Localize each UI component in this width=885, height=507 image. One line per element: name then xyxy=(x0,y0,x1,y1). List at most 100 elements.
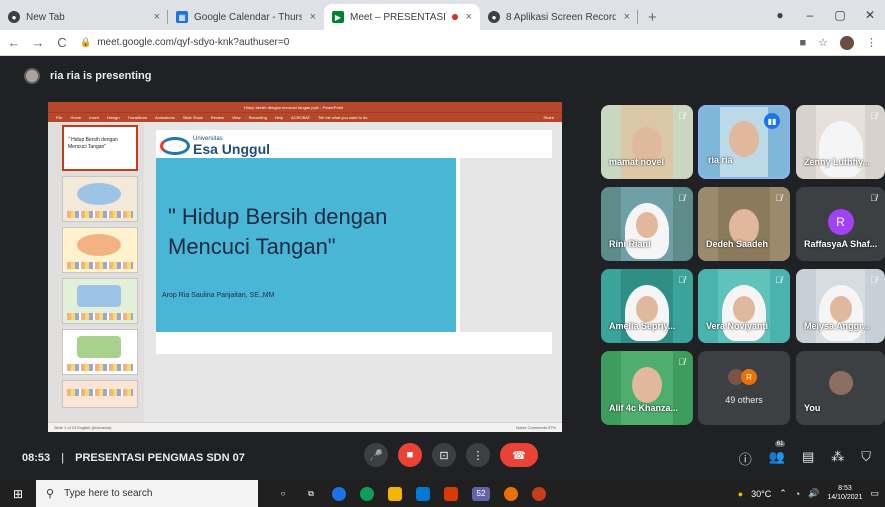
powerpoint-icon[interactable] xyxy=(532,486,546,501)
maximize-button[interactable]: ▢ xyxy=(825,8,855,22)
participant-tile[interactable]: 🎙̸ Amelia Sepriy... xyxy=(601,269,693,343)
taskbar-search[interactable]: ⚲ Type here to search xyxy=(36,480,258,507)
mic-off-icon: 🎙̸ xyxy=(678,111,685,121)
taskbar-clock[interactable]: 8:53 14/10/2021 xyxy=(827,485,862,501)
camera-icon[interactable]: ■ xyxy=(799,37,806,49)
tray-chevron-icon[interactable]: ⌃ xyxy=(779,488,787,499)
others-tile[interactable]: R 49 others xyxy=(698,351,790,425)
tab-google-calendar[interactable]: ▦ Google Calendar - Thursday, 14 O × xyxy=(168,4,324,30)
slide-author: Arop Ria Saulina Panjaitan, SE.,MM xyxy=(162,292,275,299)
participant-name: Alif 4c Khanza... xyxy=(609,403,679,413)
leave-call-button[interactable]: ☎ xyxy=(500,443,538,467)
system-tray: ● 30°C ⌃ ◔ 🔊 8:53 14/10/2021 ▭ xyxy=(738,480,879,507)
host-controls-button[interactable]: ⛉ xyxy=(861,449,871,468)
tab-close-icon[interactable]: × xyxy=(302,11,316,23)
participant-name: Rini Riani xyxy=(609,239,651,249)
browser-tab-strip: ● New Tab × ▦ Google Calendar - Thursday… xyxy=(0,0,885,30)
more-options-button[interactable]: ⋮ xyxy=(466,443,490,467)
slide-title-band: " Hidup Bersih dengan Mencuci Tangan" Ar… xyxy=(156,158,456,332)
presenter-banner: ria ria is presenting xyxy=(24,68,151,84)
self-tile[interactable]: You xyxy=(796,351,885,425)
minimize-button[interactable]: – xyxy=(795,8,825,22)
meeting-details-button[interactable]: ⓘ xyxy=(739,449,752,468)
windows-start-icon[interactable]: ⊞ xyxy=(0,487,36,501)
forward-button[interactable]: → xyxy=(28,35,48,50)
task-view-icon[interactable]: ⧉ xyxy=(304,487,318,501)
tab-close-icon[interactable]: × xyxy=(458,11,472,23)
participant-tile[interactable]: 🎙̸ Vera Noviyanti xyxy=(698,269,790,343)
profile-menu-icon[interactable]: ● xyxy=(765,8,795,22)
shared-screen: Hidup bersih dengan mencuci tangan.pptx … xyxy=(48,102,562,432)
activities-button[interactable]: ⁂ xyxy=(831,449,844,468)
teams-icon[interactable]: 52 xyxy=(472,486,490,501)
ribbon-tab-slideshow: Slide Show xyxy=(182,115,203,120)
edge-icon[interactable] xyxy=(360,486,374,501)
ribbon-tab-file: File xyxy=(56,115,63,120)
cortana-icon[interactable]: ○ xyxy=(276,487,290,501)
more-vert-icon: ⋮ xyxy=(472,449,484,462)
tab-label: Meet – PRESENTASI PENGMA xyxy=(350,11,448,23)
participant-tile[interactable]: 🎙̸ Alif 4c Khanza... xyxy=(601,351,693,425)
calendar-icon: ▦ xyxy=(176,11,188,23)
chrome-icon[interactable] xyxy=(332,486,346,501)
camera-off-icon: ■ xyxy=(406,449,414,461)
ribbon-tab-transitions: Transitions xyxy=(127,115,148,120)
tab-new-tab[interactable]: ● New Tab × xyxy=(0,4,168,30)
store-icon[interactable] xyxy=(416,486,430,501)
file-explorer-icon[interactable] xyxy=(388,486,402,501)
ribbon-tab-acrobat: ACROBAT xyxy=(291,115,311,120)
ribbon-tab-help: Help xyxy=(274,115,284,120)
weather-temp[interactable]: 30°C xyxy=(751,489,771,499)
participant-tile[interactable]: 🎙̸ Dedeh Saadeh xyxy=(698,187,790,261)
new-tab-button[interactable]: + xyxy=(638,4,667,30)
meet-control-bar: 08:53 | PRESENTASI PENGMAS SDN 07 🎤 ■ ⊡ … xyxy=(0,436,885,480)
bookmark-star-icon[interactable]: ☆ xyxy=(818,36,828,49)
slide-thumbnail: 2 xyxy=(62,176,138,222)
app-icon[interactable] xyxy=(504,486,518,501)
volume-icon[interactable]: 🔊 xyxy=(808,488,819,499)
back-button[interactable]: ← xyxy=(4,35,24,50)
slide-thumbnail: 5 xyxy=(62,329,138,375)
search-placeholder: Type here to search xyxy=(64,488,153,499)
participant-tile[interactable]: 🎙̸ Rini Riani xyxy=(601,187,693,261)
slide-thumbnails: 1 " Hidup Bersih dengan Mencuci Tangan" … xyxy=(48,122,144,422)
participant-name: You xyxy=(804,403,821,413)
participant-name: Melysa Anggr... xyxy=(804,321,870,331)
microphone-button[interactable]: 🎤 xyxy=(364,443,388,467)
esa-unggul-logo: Universitas Esa Unggul xyxy=(160,136,270,156)
tab-close-icon[interactable]: × xyxy=(146,11,160,23)
ribbon-tab-insert: Insert xyxy=(89,115,100,120)
close-window-button[interactable]: ✕ xyxy=(855,8,885,22)
ribbon-tab-review: Review xyxy=(210,115,224,120)
participant-tile[interactable]: 🎙̸ mamat novel xyxy=(601,105,693,179)
participant-tile[interactable]: 🎙̸ Melysa Anggr... xyxy=(796,269,885,343)
info-icon: ⓘ xyxy=(738,452,752,467)
slide-thumbnail: 4 xyxy=(62,278,138,324)
profile-avatar[interactable] xyxy=(840,35,854,50)
tab-screen-recorder[interactable]: ● 8 Aplikasi Screen Recorder Lapto × xyxy=(480,4,638,30)
present-button[interactable]: ⊡ xyxy=(432,443,456,467)
camera-off-button[interactable]: ■ xyxy=(398,443,422,467)
people-button[interactable]: 61 👥 xyxy=(769,441,786,468)
microphone-icon: 🎤 xyxy=(369,449,383,462)
reload-button[interactable]: C xyxy=(52,35,72,50)
speaking-indicator-icon: ▮▮ xyxy=(764,113,780,129)
powerpoint-status-bar: Slide 1 of 13 English (Indonesia) Notes … xyxy=(48,422,562,432)
windows-taskbar: ⊞ ⚲ Type here to search ○ ⧉ 52 ● 30°C ⌃ … xyxy=(0,480,885,507)
powerpoint-title-bar: Hidup bersih dengan mencuci tangan.pptx … xyxy=(48,102,562,112)
url-field[interactable]: 🔒 meet.google.com/qyf-sdyo-knk?authuser=… xyxy=(80,37,289,48)
ribbon-tab-design: Design xyxy=(107,115,120,120)
mic-off-icon: 🎙̸ xyxy=(678,193,685,203)
participant-tile[interactable]: ▮▮ ria ria xyxy=(698,105,790,179)
office-icon[interactable] xyxy=(444,486,458,501)
tab-close-icon[interactable]: × xyxy=(616,11,630,23)
participant-tile[interactable]: R 🎙̸ RaffasyaA Shaf... xyxy=(796,187,885,261)
browser-menu-icon[interactable]: ⋮ xyxy=(866,36,877,49)
participant-tile[interactable]: 🎙̸ Zenny Luthfiy... xyxy=(796,105,885,179)
tab-label: 8 Aplikasi Screen Recorder Lapto xyxy=(506,11,616,23)
notifications-icon[interactable]: ▭ xyxy=(870,488,879,499)
network-icon[interactable]: ◔ xyxy=(795,489,800,499)
tab-meet[interactable]: ▶ Meet – PRESENTASI PENGMA × xyxy=(324,4,480,30)
meeting-title: PRESENTASI PENGMAS SDN 07 xyxy=(75,452,245,464)
chat-button[interactable]: ▤ xyxy=(802,449,814,468)
